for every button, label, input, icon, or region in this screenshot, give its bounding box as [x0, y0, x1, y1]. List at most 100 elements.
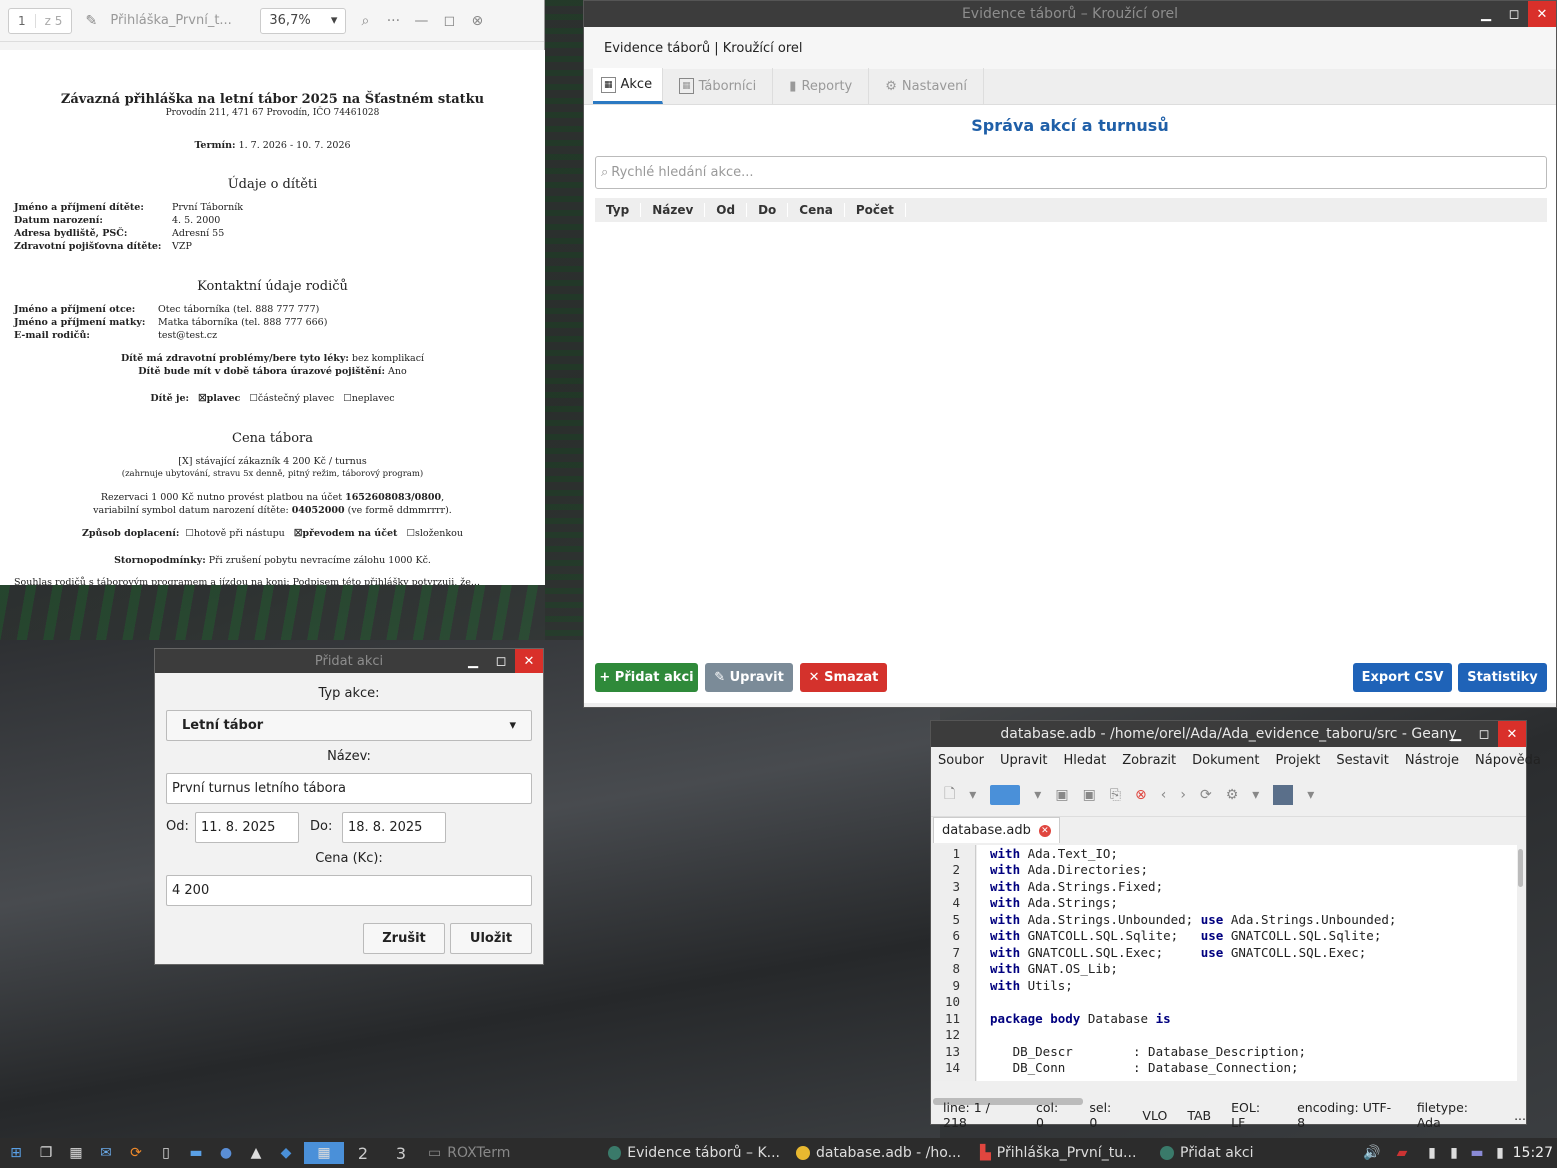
menu-nastroje[interactable]: Nástroje	[1405, 753, 1459, 768]
type-select[interactable]: Letní tábor ▾	[166, 710, 532, 741]
column-header[interactable]: Do	[747, 203, 789, 217]
add-event-button[interactable]: + Přidat akci	[595, 663, 698, 692]
chevron-down-icon[interactable]: ▾	[969, 787, 976, 803]
to-date-field[interactable]: 18. 8. 2025	[342, 812, 446, 843]
reload-icon[interactable]: ⟳	[1200, 787, 1212, 803]
revert-icon[interactable]: ⎘	[1110, 787, 1121, 803]
minimize-icon[interactable]: ▁	[1442, 721, 1470, 747]
folder-icon[interactable]: ▬	[184, 1142, 208, 1164]
file-tab[interactable]: database.adb ✕	[933, 817, 1060, 843]
column-header[interactable]: Cena	[788, 203, 845, 217]
page-current[interactable]: 1	[9, 14, 35, 28]
menu-sestavit[interactable]: Sestavit	[1336, 753, 1389, 768]
task-geany[interactable]: database.adb - /ho...	[788, 1138, 972, 1168]
vertical-scrollbar[interactable]	[1518, 849, 1523, 887]
cancel-button[interactable]: Zrušit	[363, 923, 445, 954]
menu-icon[interactable]: ⊞	[4, 1142, 28, 1164]
statistics-button[interactable]: Statistiky	[1458, 663, 1547, 692]
minimize-icon[interactable]: —	[412, 13, 430, 29]
page-selector[interactable]: 1 z 5	[8, 7, 73, 34]
pdf-title: Přihláška_První_t...	[110, 13, 232, 28]
package-icon[interactable]: ⟳	[124, 1142, 148, 1164]
zoom-select[interactable]: 36,7% ▾	[260, 7, 347, 34]
child-heading: Údaje o dítěti	[227, 177, 318, 192]
windows-icon[interactable]: ❐	[34, 1142, 58, 1164]
task-roxterm[interactable]: ▭ ROXTerm	[420, 1138, 600, 1168]
flag-icon[interactable]: ▰	[1390, 1142, 1414, 1164]
column-header[interactable]: Název	[641, 203, 706, 217]
minimize-icon[interactable]: ▁	[1472, 1, 1500, 27]
table-icon: ▦	[679, 78, 694, 94]
column-header[interactable]: Od	[705, 203, 748, 217]
close-file-icon[interactable]: ⊗	[1135, 787, 1147, 803]
delete-button[interactable]: ✕ Smazat	[800, 663, 887, 692]
task-evidence[interactable]: Evidence táborů – K...	[600, 1138, 788, 1168]
save-icon[interactable]: ▣	[1055, 787, 1068, 803]
back-icon[interactable]: ‹	[1161, 787, 1167, 803]
menu-projekt[interactable]: Projekt	[1276, 753, 1321, 768]
search-icon[interactable]: ⌕	[356, 13, 374, 29]
workspace-3[interactable]: 3	[382, 1144, 420, 1163]
workspace-1-icon[interactable]: ▦	[304, 1142, 344, 1164]
column-header[interactable]: Počet	[845, 203, 906, 217]
app-titlebar[interactable]: Evidence táborů – Kroužící orel ▁ ◻ ✕	[584, 1, 1556, 27]
browser-icon[interactable]: ●	[214, 1142, 238, 1164]
close-icon[interactable]: ✕	[1038, 824, 1051, 837]
new-file-icon[interactable]: 🗋	[944, 783, 955, 807]
price-field[interactable]: 4 200	[166, 875, 532, 906]
chevron-down-icon[interactable]: ▾	[1252, 787, 1259, 803]
from-date-field[interactable]: 11. 8. 2025	[195, 812, 299, 843]
inkscape-icon[interactable]: ▲	[244, 1142, 268, 1164]
tab-nastaveni[interactable]: ⚙ Nastavení	[869, 68, 984, 104]
code-editor[interactable]: 1 with Ada.Text_IO; 2 with Ada.Directories…	[932, 845, 1517, 1081]
column-header[interactable]: Typ	[595, 203, 642, 217]
save-all-icon[interactable]: ▣	[1083, 787, 1096, 803]
maximize-icon[interactable]: ◻	[440, 13, 458, 29]
close-icon[interactable]: ⊗	[468, 13, 486, 29]
more-icon[interactable]: ···	[384, 13, 402, 29]
close-icon[interactable]: ✕	[1498, 721, 1526, 747]
tab-reporty[interactable]: ▮ Reporty	[773, 68, 870, 104]
mail-icon[interactable]: ✉	[94, 1142, 118, 1164]
menu-dokument[interactable]: Dokument	[1192, 753, 1259, 768]
task-dialog[interactable]: Přidat akci	[1152, 1138, 1302, 1168]
menu-napoveda[interactable]: Nápověda	[1475, 753, 1541, 768]
app-window: Evidence táborů – Kroužící orel ▁ ◻ ✕ Ev…	[583, 0, 1557, 708]
workspace-2[interactable]: 2	[344, 1144, 382, 1163]
menu-soubor[interactable]: Soubor	[938, 753, 984, 768]
maximize-icon[interactable]: ◻	[1500, 1, 1528, 27]
export-csv-button[interactable]: Export CSV	[1353, 663, 1452, 692]
forward-icon[interactable]: ›	[1180, 787, 1186, 803]
tab-akce[interactable]: ▦ Akce	[593, 68, 664, 104]
menu-hledat[interactable]: Hledat	[1063, 753, 1106, 768]
close-icon[interactable]: ✕	[515, 649, 543, 673]
geany-menubar: Soubor Upravit Hledat Zobrazit Dokument …	[931, 747, 1541, 773]
build-icon[interactable]	[1273, 784, 1294, 805]
gear-icon[interactable]: ⚙	[1226, 787, 1239, 803]
tab-taborniky[interactable]: ▦ Táborníci	[663, 68, 774, 104]
apps-icon[interactable]: ▦	[64, 1142, 88, 1164]
search-input[interactable]: ⌕ Rychlé hledání akce...	[595, 156, 1547, 189]
maximize-icon[interactable]: ◻	[1470, 721, 1498, 747]
storno-line: Stornopodmínky: Při zrušení pobytu nevra…	[114, 555, 431, 566]
task-pdf[interactable]: ▙ Přihláška_První_tu...	[972, 1138, 1152, 1168]
maximize-icon[interactable]: ◻	[487, 649, 515, 673]
pen-icon[interactable]: ✎	[82, 13, 100, 29]
dialog-titlebar[interactable]: Přidat akci ▁ ◻ ✕	[155, 649, 543, 673]
drive-icon[interactable]: ▯	[154, 1142, 178, 1164]
open-folder-icon[interactable]	[990, 784, 1021, 805]
close-icon[interactable]: ✕	[1528, 1, 1556, 27]
name-field[interactable]: První turnus letního tábora	[166, 773, 532, 804]
child-row: Adresa bydliště, PSČ: Adresní 55	[14, 228, 225, 239]
save-button[interactable]: Uložit	[450, 923, 532, 954]
minimize-icon[interactable]: ▁	[459, 649, 487, 673]
chevron-down-icon[interactable]: ▾	[1307, 787, 1314, 803]
volume-icon[interactable]: 🔊	[1360, 1142, 1384, 1164]
terminal-icon: ▭	[428, 1145, 442, 1161]
edit-button[interactable]: ✎ Upravit	[705, 663, 793, 692]
shield-icon[interactable]: ◆	[274, 1142, 298, 1164]
menu-upravit[interactable]: Upravit	[1000, 753, 1047, 768]
chevron-down-icon[interactable]: ▾	[1034, 787, 1041, 803]
menu-zobrazit[interactable]: Zobrazit	[1122, 753, 1176, 768]
geany-titlebar[interactable]: database.adb - /home/orel/Ada/Ada_eviden…	[931, 721, 1526, 747]
